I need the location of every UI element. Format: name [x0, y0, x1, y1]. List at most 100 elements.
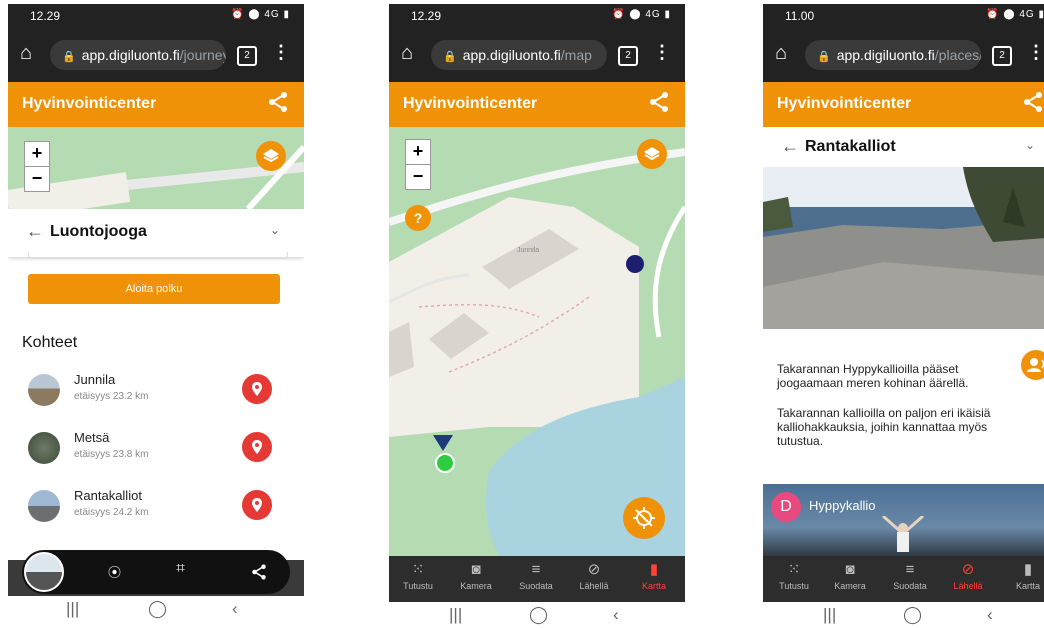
app-header: Hyvinvointicenter	[8, 82, 304, 127]
show-on-map-button[interactable]	[242, 374, 272, 404]
zoom-out-button[interactable]: −	[25, 166, 49, 191]
home-icon[interactable]: ⌂	[775, 42, 787, 65]
map-canvas	[389, 148, 685, 556]
share-icon[interactable]	[1021, 90, 1044, 114]
compass-icon: ⊘	[587, 561, 601, 578]
list-item[interactable]: Metsä etäisyys 23.8 km	[8, 426, 304, 474]
map-pin-icon	[252, 440, 262, 454]
recenter-button[interactable]	[623, 497, 665, 539]
audio-button[interactable]	[1021, 350, 1044, 380]
url-field[interactable]: 🔒 app.digiluonto.fi/journey	[50, 40, 226, 70]
nav-label: Kartta	[641, 581, 666, 591]
status-time: 12.29	[411, 9, 442, 23]
url-host: app.digiluonto.fi	[81, 47, 180, 63]
nav-item-kamera[interactable]: ◙ Kamera	[825, 556, 875, 602]
url-field[interactable]: 🔒 app.digiluonto.fi/map	[431, 40, 607, 70]
recent-apps-icon[interactable]: |||	[823, 605, 836, 625]
map-icon: ▮	[649, 561, 659, 578]
layers-button[interactable]	[256, 141, 286, 171]
back-arrow-icon[interactable]: ←	[26, 221, 44, 242]
zoom-in-button[interactable]: +	[25, 142, 49, 166]
home-button-icon[interactable]: ◯	[903, 605, 922, 625]
back-icon[interactable]: ‹	[613, 605, 619, 625]
share-icon[interactable]	[250, 563, 268, 581]
zoom-in-button[interactable]: +	[406, 140, 430, 164]
url-host: app.digiluonto.fi	[462, 47, 561, 63]
browser-menu-icon[interactable]: ⋮	[653, 42, 671, 63]
list-item[interactable]: Rantakalliot etäisyys 24.2 km	[8, 484, 304, 532]
start-trail-button[interactable]: Aloita polku	[28, 274, 280, 304]
share-icon[interactable]	[647, 90, 671, 114]
tab-count-button[interactable]: 2	[992, 46, 1012, 66]
map-view[interactable]: Junnila + − ?	[389, 127, 685, 556]
system-navigation-bar: ||| ◯ ‹	[389, 602, 685, 626]
lock-icon: 🔒	[62, 51, 76, 63]
nav-item-lahella[interactable]: ⊘ Lähellä	[943, 556, 993, 602]
trail-start-marker[interactable]	[435, 453, 455, 473]
browser-menu-icon[interactable]: ⋮	[272, 42, 290, 63]
nav-label: Lähellä	[953, 581, 983, 591]
help-button[interactable]: ?	[405, 205, 431, 231]
home-button-icon[interactable]: ◯	[529, 605, 548, 625]
nav-item-kamera[interactable]: ◙ Kamera	[451, 556, 501, 602]
nav-item-tutustu[interactable]: ⁙ Tutustu	[769, 556, 819, 602]
list-item[interactable]: Junnila etäisyys 23.2 km	[8, 368, 304, 416]
tab-count-button[interactable]: 2	[237, 46, 257, 66]
recent-apps-icon[interactable]: |||	[66, 599, 79, 619]
filter-icon: ≡	[531, 561, 541, 578]
system-navigation-bar: ||| ◯ ‹	[8, 596, 304, 626]
nav-label: Tutustu	[403, 581, 433, 591]
chevron-down-icon[interactable]: ⌄	[1025, 138, 1035, 152]
nav-item-lahella[interactable]: ⊘ Lähellä	[569, 556, 619, 602]
browser-url-bar: ⌂ 🔒 app.digiluonto.fi/map 2 ⋮	[389, 28, 685, 82]
nav-item-tutustu[interactable]: ⁙ Tutustu	[393, 556, 443, 602]
compass-icon: ⊘	[961, 561, 975, 578]
nav-item-suodata[interactable]: ≡ Suodata	[511, 556, 561, 602]
screenshot-preview-thumbnail[interactable]	[24, 552, 64, 592]
nav-item-suodata[interactable]: ≡ Suodata	[885, 556, 935, 602]
back-icon[interactable]: ‹	[987, 605, 993, 625]
channel-avatar[interactable]: D	[771, 492, 801, 522]
bottom-navigation: ⁙ Tutustu ◙ Kamera ≡ Suodata ⊘ Lähellä ▮ Kart…	[389, 556, 685, 602]
layers-button[interactable]	[637, 139, 667, 169]
nav-item-kartta[interactable]: ▮ Kartta	[629, 556, 679, 602]
nav-label: Tutustu	[779, 581, 809, 591]
video-title[interactable]: Hyppykallio	[809, 498, 875, 513]
home-icon[interactable]: ⌂	[401, 42, 413, 65]
map-view[interactable]: + −	[8, 127, 304, 209]
map-icon: ▮	[1023, 561, 1033, 578]
status-icons: ⏰ ⬤ 4G ▮	[986, 9, 1044, 20]
place-description-1: Takarannan Hyppykallioilla pääset joogaa…	[777, 362, 969, 390]
user-location-dot	[626, 255, 644, 273]
place-distance: etäisyys 23.8 km	[74, 449, 149, 460]
place-description-2: Takarannan kallioilla on paljon eri ikäi…	[777, 406, 991, 448]
place-name: Metsä	[74, 430, 110, 445]
back-icon[interactable]: ‹	[232, 599, 238, 619]
browser-url-bar: ⌂ 🔒 app.digiluonto.fi/places/ 2 ⋮	[763, 28, 1044, 82]
recent-apps-icon[interactable]: |||	[449, 605, 462, 625]
nav-label: Kamera	[834, 581, 866, 591]
crop-edit-icon[interactable]: ⌗	[176, 560, 185, 578]
scroll-capture-icon[interactable]: ⦿	[108, 562, 121, 581]
zoom-out-button[interactable]: −	[406, 164, 430, 189]
chevron-down-icon[interactable]: ⌄	[270, 223, 280, 237]
map-pin-icon	[252, 382, 262, 396]
show-on-map-button[interactable]	[242, 490, 272, 520]
status-icons: ⏰ ⬤ 4G ▮	[612, 9, 671, 20]
system-navigation-bar: ||| ◯ ‹	[763, 602, 1044, 626]
browser-menu-icon[interactable]: ⋮	[1027, 42, 1044, 63]
camera-icon: ◙	[845, 561, 855, 578]
share-icon[interactable]	[266, 90, 290, 114]
show-on-map-button[interactable]	[242, 432, 272, 462]
status-icons: ⏰ ⬤ 4G ▮	[231, 9, 290, 20]
nav-item-kartta[interactable]: ▮ Kartta	[1003, 556, 1044, 602]
back-arrow-icon[interactable]: ←	[781, 136, 799, 157]
video-embed[interactable]: D Hyppykallio ⋮	[763, 484, 1044, 556]
url-field[interactable]: 🔒 app.digiluonto.fi/places/	[805, 40, 981, 70]
phone-journey-screen: 12.29 ⏰ ⬤ 4G ▮ ⌂ 🔒 app.digiluonto.fi/jour…	[8, 4, 304, 626]
app-title: Hyvinvointicenter	[777, 95, 912, 112]
section-title: Kohteet	[22, 334, 78, 351]
home-icon[interactable]: ⌂	[20, 42, 32, 65]
tab-count-button[interactable]: 2	[618, 46, 638, 66]
home-button-icon[interactable]: ◯	[148, 599, 167, 619]
